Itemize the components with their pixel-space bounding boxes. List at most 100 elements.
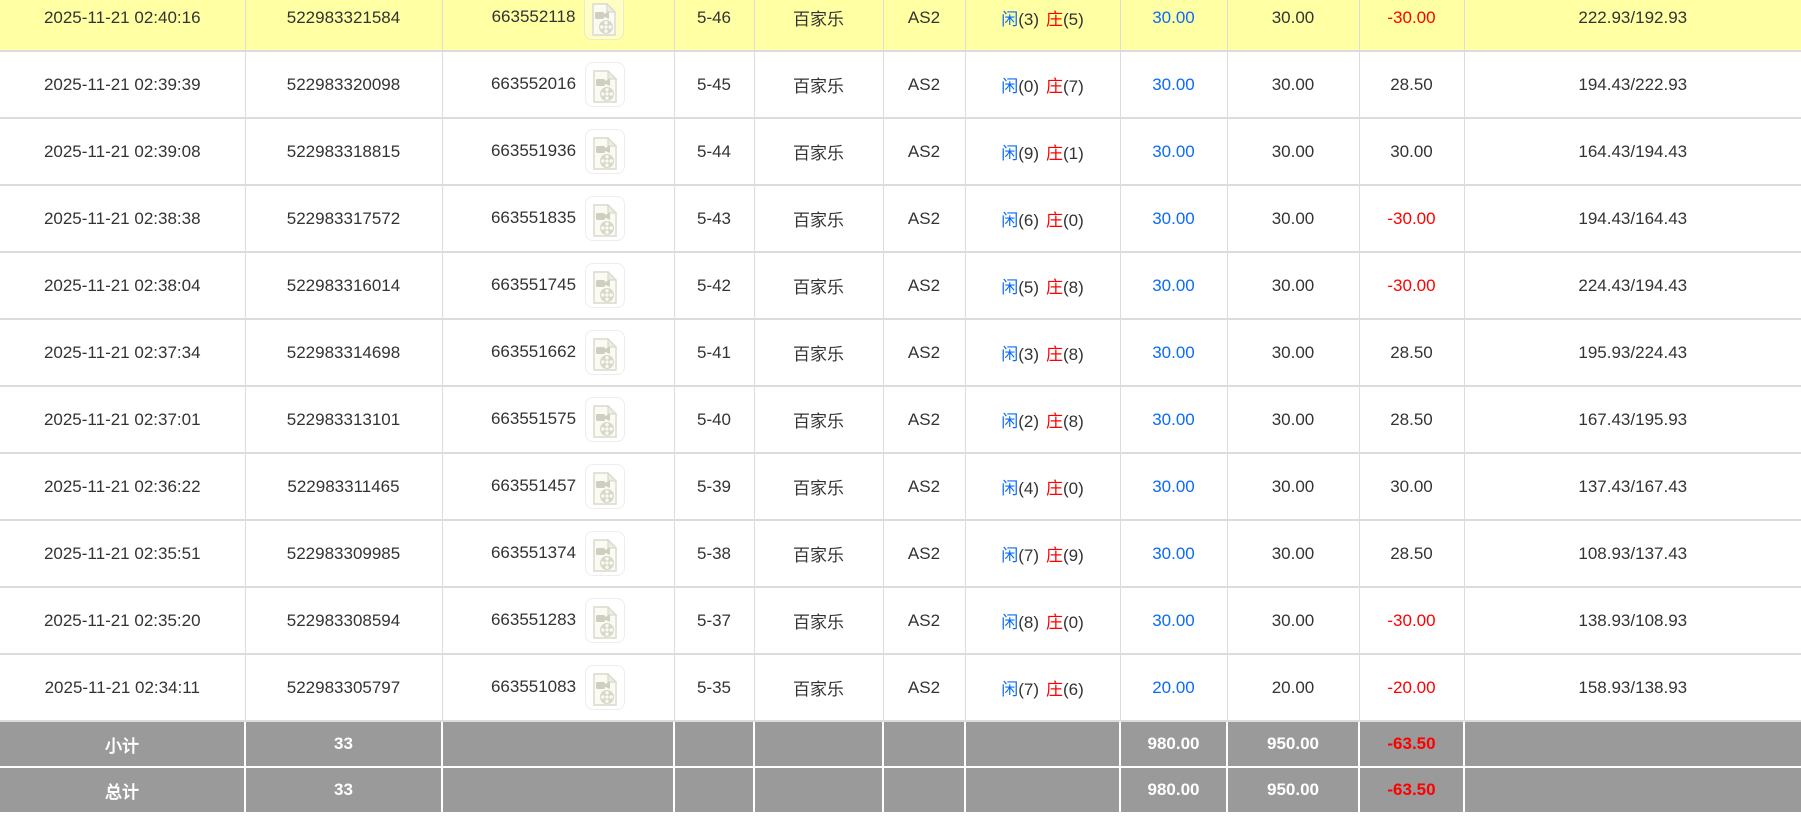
table-name-cell: AS2 [882, 251, 966, 320]
valid-amount-cell: 30.00 [1226, 50, 1360, 119]
game-type-cell: 百家乐 [753, 117, 884, 186]
table-name-cell: AS2 [882, 318, 966, 387]
game-id-text: 663551835 [490, 207, 577, 227]
result-cell: 闲(3) 庄(8) [964, 318, 1121, 387]
game-type-cell: 百家乐 [753, 251, 884, 320]
video-replay-button[interactable] [585, 665, 626, 710]
result-banker-label: 庄 [1046, 613, 1063, 632]
order-id-cell: 522983321584 [244, 0, 443, 52]
history-row[interactable]: 2025-11-21 02:35:51 522983309985 6635513… [0, 519, 1801, 588]
bet-time-cell: 2025-11-21 02:38:38 [0, 184, 246, 253]
result-cell: 闲(3) 庄(5) [964, 0, 1121, 52]
video-replay-button[interactable] [585, 129, 626, 174]
video-replay-button[interactable] [585, 330, 626, 375]
history-row[interactable]: 2025-11-21 02:39:08 522983318815 6635519… [0, 117, 1801, 186]
winloss-cell: 28.50 [1358, 385, 1465, 454]
result-player-score: (2) [1018, 412, 1039, 431]
video-replay-button[interactable] [585, 531, 626, 576]
video-file-icon [593, 338, 618, 371]
result-cell: 闲(7) 庄(9) [964, 519, 1121, 588]
result-player-label: 闲 [1001, 211, 1019, 230]
bet-time-cell: 2025-11-21 02:35:20 [0, 586, 246, 655]
video-replay-button[interactable] [584, 0, 625, 40]
order-id-cell: 522983318815 [244, 117, 443, 186]
bet-amount-cell: 30.00 [1119, 586, 1228, 655]
history-row[interactable]: 2025-11-21 02:35:20 522983308594 6635512… [0, 586, 1801, 655]
bet-time-cell: 2025-11-21 02:40:16 [0, 0, 246, 52]
result-banker-label: 庄 [1046, 144, 1063, 163]
game-id-text: 663551662 [490, 341, 577, 361]
history-row[interactable]: 2025-11-21 02:36:22 522983311465 6635514… [0, 452, 1801, 521]
result-banker-score: (5) [1063, 10, 1084, 29]
history-row[interactable]: 2025-11-21 02:40:16 522983321584 6635521… [0, 0, 1801, 52]
history-row[interactable]: 2025-11-21 02:34:11 522983305797 6635510… [0, 653, 1801, 722]
valid-amount-cell: 20.00 [1226, 653, 1360, 722]
video-file-icon [593, 539, 618, 572]
result-player-label: 闲 [1001, 345, 1019, 364]
history-row[interactable]: 2025-11-21 02:37:01 522983313101 6635515… [0, 385, 1801, 454]
order-id-cell: 522983309985 [244, 519, 443, 588]
balance-cell: 164.43/194.43 [1463, 117, 1801, 186]
result-banker-score: (8) [1063, 412, 1084, 431]
game-id-cell: 663551936 [441, 117, 675, 186]
video-replay-button[interactable] [585, 598, 626, 643]
bet-time-cell: 2025-11-21 02:39:39 [0, 50, 246, 119]
result-player-score: (6) [1018, 211, 1039, 230]
video-file-icon [593, 405, 618, 438]
total-bet: 980.00 [1119, 766, 1228, 814]
bet-amount-cell: 20.00 [1119, 653, 1228, 722]
round-cell: 5-39 [673, 452, 755, 521]
round-cell: 5-40 [673, 385, 755, 454]
game-id-text: 663551745 [490, 274, 577, 294]
order-id-cell: 522983314698 [244, 318, 443, 387]
game-type-cell: 百家乐 [753, 519, 884, 588]
video-replay-button[interactable] [585, 397, 626, 442]
game-id-cell: 663551283 [441, 586, 675, 655]
game-id-text: 663551283 [490, 609, 577, 629]
video-replay-button[interactable] [585, 263, 626, 308]
game-id-text: 663552118 [491, 6, 576, 26]
game-id-text: 663551457 [490, 475, 577, 495]
result-player-score: (5) [1018, 278, 1039, 297]
valid-amount-cell: 30.00 [1226, 385, 1360, 454]
history-row[interactable]: 2025-11-21 02:38:04 522983316014 6635517… [0, 251, 1801, 320]
result-player-score: (8) [1018, 613, 1039, 632]
result-player-score: (0) [1018, 77, 1039, 96]
video-file-icon [593, 137, 618, 170]
video-replay-button[interactable] [585, 196, 626, 241]
video-replay-button[interactable] [585, 464, 626, 509]
balance-cell: 194.43/222.93 [1463, 50, 1801, 119]
subtotal-row: 小计 33 980.00 950.00 -63.50 [0, 720, 1801, 768]
bet-time-cell: 2025-11-21 02:35:51 [0, 519, 246, 588]
game-id-cell: 663551835 [441, 184, 675, 253]
history-row[interactable]: 2025-11-21 02:38:38 522983317572 6635518… [0, 184, 1801, 253]
game-id-text: 663551575 [490, 408, 577, 428]
game-type-cell: 百家乐 [753, 318, 884, 387]
winloss-cell: 28.50 [1358, 318, 1465, 387]
bet-time-cell: 2025-11-21 02:36:22 [0, 452, 246, 521]
game-id-cell: 663551662 [441, 318, 675, 387]
round-cell: 5-43 [673, 184, 755, 253]
betting-history-table: 2025-11-21 02:40:16 522983321584 6635521… [0, 0, 1801, 814]
bet-time-cell: 2025-11-21 02:39:08 [0, 117, 246, 186]
video-replay-button[interactable] [585, 62, 626, 107]
result-banker-score: (1) [1063, 144, 1084, 163]
video-file-icon [593, 271, 618, 304]
bet-amount-cell: 30.00 [1119, 318, 1228, 387]
bet-amount-cell: 30.00 [1119, 251, 1228, 320]
result-cell: 闲(6) 庄(0) [964, 184, 1121, 253]
video-file-icon [593, 70, 618, 103]
history-row[interactable]: 2025-11-21 02:39:39 522983320098 6635520… [0, 50, 1801, 119]
video-file-icon [593, 606, 618, 639]
game-type-cell: 百家乐 [753, 0, 884, 52]
round-cell: 5-41 [673, 318, 755, 387]
result-banker-score: (8) [1063, 345, 1084, 364]
round-cell: 5-42 [673, 251, 755, 320]
valid-amount-cell: 30.00 [1226, 586, 1360, 655]
table-name-cell: AS2 [882, 184, 966, 253]
result-banker-label: 庄 [1046, 546, 1063, 565]
round-cell: 5-45 [673, 50, 755, 119]
game-id-cell: 663551374 [441, 519, 675, 588]
table-name-cell: AS2 [882, 653, 966, 722]
history-row[interactable]: 2025-11-21 02:37:34 522983314698 6635516… [0, 318, 1801, 387]
